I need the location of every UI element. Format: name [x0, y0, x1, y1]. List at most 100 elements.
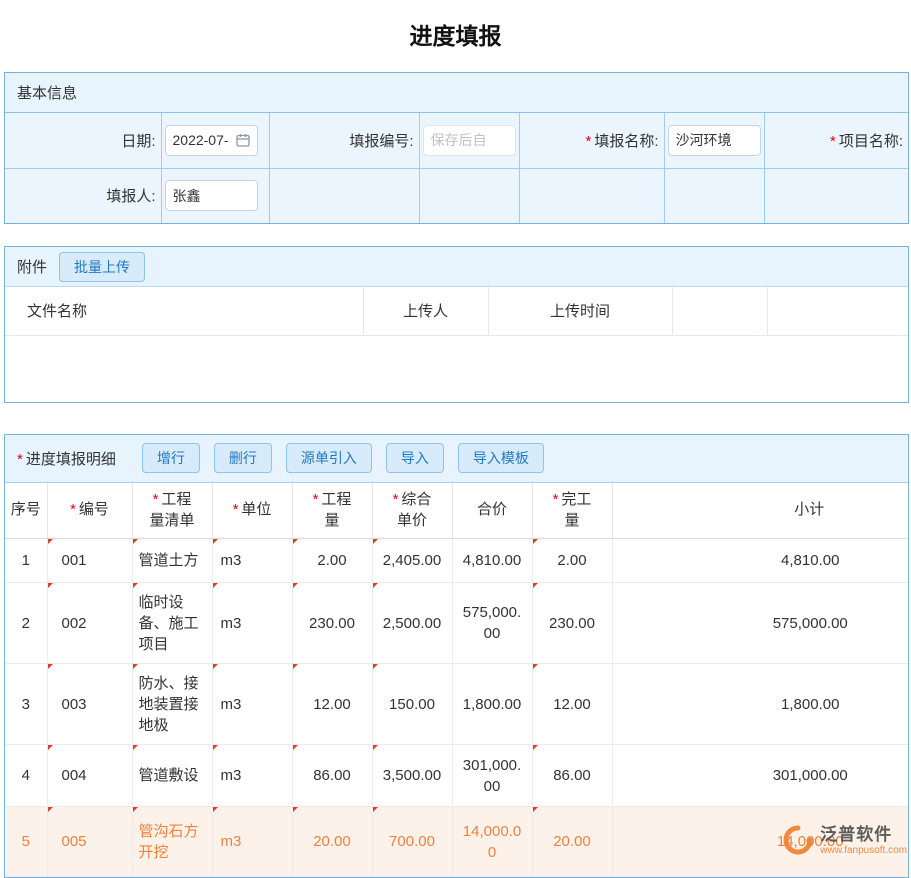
cell-code[interactable]: 001 — [47, 539, 132, 583]
project-name-label-cell: *项目名称: — [764, 113, 908, 168]
cell-qty[interactable]: 12.00 — [292, 664, 372, 745]
cell-unit-price[interactable]: 3,500.00 — [372, 745, 452, 807]
cell-total-price: 4,810.00 — [452, 539, 532, 583]
calendar-icon[interactable] — [236, 133, 250, 147]
cell-subtotal: 575,000.00 — [612, 583, 908, 664]
form-row: 日期: 2022-07- — [5, 113, 908, 168]
cell-code[interactable]: 002 — [47, 583, 132, 664]
corner-marker-icon — [133, 539, 138, 544]
corner-marker-icon — [48, 664, 53, 669]
table-row: 4 004 管道敷设 m3 86.00 3,500.00 301,000.00 … — [5, 745, 908, 807]
report-no-input: 保存后自 — [423, 125, 516, 156]
required-mark: * — [553, 491, 559, 508]
cell-done-qty[interactable]: 2.00 — [532, 539, 612, 583]
batch-upload-button[interactable]: 批量上传 — [59, 252, 145, 282]
cell-code[interactable]: 004 — [47, 745, 132, 807]
cell-total-price: 575,000.00 — [452, 583, 532, 664]
table-row: 2 002 临时设备、施工项目 m3 230.00 2,500.00 575,0… — [5, 583, 908, 664]
col-header-uploader: 上传人 — [363, 287, 488, 335]
corner-marker-icon — [213, 583, 218, 588]
corner-marker-icon — [533, 664, 538, 669]
required-mark: * — [153, 491, 159, 508]
col-header-subtotal: 小计 — [612, 483, 908, 539]
cell-boq[interactable]: 管沟石方开挖 — [132, 807, 212, 877]
corner-marker-icon — [293, 664, 298, 669]
corner-marker-icon — [213, 807, 218, 812]
col-header-unit-price: *综合 单价 — [372, 483, 452, 539]
cell-done-qty[interactable]: 12.00 — [532, 664, 612, 745]
cell-unit-price[interactable]: 150.00 — [372, 664, 452, 745]
cell-unit[interactable]: m3 — [212, 664, 292, 745]
cell-no: 1 — [5, 539, 47, 583]
cell-code[interactable]: 003 — [47, 664, 132, 745]
cell-done-qty[interactable]: 230.00 — [532, 583, 612, 664]
cell-total-price: 1,800.00 — [452, 664, 532, 745]
cell-no: 4 — [5, 745, 47, 807]
corner-marker-icon — [533, 745, 538, 750]
project-name-label: 项目名称: — [839, 133, 903, 150]
report-name-input[interactable]: 沙河环境 — [668, 125, 761, 156]
cell-unit[interactable]: m3 — [212, 539, 292, 583]
cell-boq[interactable]: 管道敷设 — [132, 745, 212, 807]
cell-unit[interactable]: m3 — [212, 807, 292, 877]
required-mark: * — [233, 501, 239, 518]
corner-marker-icon — [533, 583, 538, 588]
table-row-selected: 5 005 管沟石方开挖 m3 20.00 700.00 14,000.00 2… — [5, 807, 908, 877]
corner-marker-icon — [373, 807, 378, 812]
date-label: 日期: — [121, 133, 155, 150]
required-mark: * — [830, 133, 836, 150]
corner-marker-icon — [293, 539, 298, 544]
col-header-upload-time: 上传时间 — [488, 287, 672, 335]
cell-no: 3 — [5, 664, 47, 745]
add-row-button[interactable]: 增行 — [142, 443, 200, 473]
cell-qty[interactable]: 2.00 — [292, 539, 372, 583]
attachments-header-row: 文件名称 上传人 上传时间 — [5, 287, 908, 335]
report-name-label-cell: *填报名称: — [519, 113, 664, 168]
import-button[interactable]: 导入 — [386, 443, 444, 473]
filler-input[interactable]: 张鑫 — [165, 180, 258, 211]
filler-label-cell: 填报人: — [5, 168, 161, 223]
cell-done-qty[interactable]: 20.00 — [532, 807, 612, 877]
corner-marker-icon — [373, 664, 378, 669]
cell-code[interactable]: 005 — [47, 807, 132, 877]
import-template-button[interactable]: 导入模板 — [458, 443, 544, 473]
empty-cell — [519, 168, 664, 223]
basic-info-section: 基本信息 日期: 2022-07- — [4, 72, 909, 224]
report-no-field-cell: 保存后自 — [419, 113, 519, 168]
empty-cell — [419, 168, 519, 223]
filler-field-cell: 张鑫 — [161, 168, 269, 223]
cell-unit-price[interactable]: 2,500.00 — [372, 583, 452, 664]
cell-boq[interactable]: 管道土方 — [132, 539, 212, 583]
cell-boq[interactable]: 防水、接地装置接地极 — [132, 664, 212, 745]
required-mark: * — [393, 491, 399, 508]
corner-marker-icon — [373, 539, 378, 544]
cell-qty[interactable]: 20.00 — [292, 807, 372, 877]
delete-row-button[interactable]: 删行 — [214, 443, 272, 473]
col-header-done-qty: *完工 量 — [532, 483, 612, 539]
corner-marker-icon — [48, 745, 53, 750]
cell-unit-price[interactable]: 700.00 — [372, 807, 452, 877]
cell-unit[interactable]: m3 — [212, 583, 292, 664]
corner-marker-icon — [133, 807, 138, 812]
required-mark: * — [17, 451, 23, 468]
attachments-header: 附件 批量上传 — [5, 247, 908, 287]
source-import-button[interactable]: 源单引入 — [286, 443, 372, 473]
empty-cell — [269, 168, 419, 223]
cell-boq[interactable]: 临时设备、施工项目 — [132, 583, 212, 664]
cell-subtotal: 4,810.00 — [612, 539, 908, 583]
date-input[interactable]: 2022-07- — [165, 125, 258, 156]
cell-unit-price[interactable]: 2,405.00 — [372, 539, 452, 583]
corner-marker-icon — [293, 583, 298, 588]
cell-unit[interactable]: m3 — [212, 745, 292, 807]
cell-qty[interactable]: 230.00 — [292, 583, 372, 664]
col-header-empty — [767, 287, 908, 335]
attachments-empty-area — [5, 336, 908, 402]
cell-no: 2 — [5, 583, 47, 664]
basic-info-header: 基本信息 — [5, 73, 908, 113]
cell-qty[interactable]: 86.00 — [292, 745, 372, 807]
cell-done-qty[interactable]: 86.00 — [532, 745, 612, 807]
details-toolbar: *进度填报明细 增行 删行 源单引入 导入 导入模板 — [5, 435, 908, 483]
cell-subtotal: 1,800.00 — [612, 664, 908, 745]
basic-info-form: 日期: 2022-07- — [5, 113, 908, 223]
corner-marker-icon — [48, 583, 53, 588]
